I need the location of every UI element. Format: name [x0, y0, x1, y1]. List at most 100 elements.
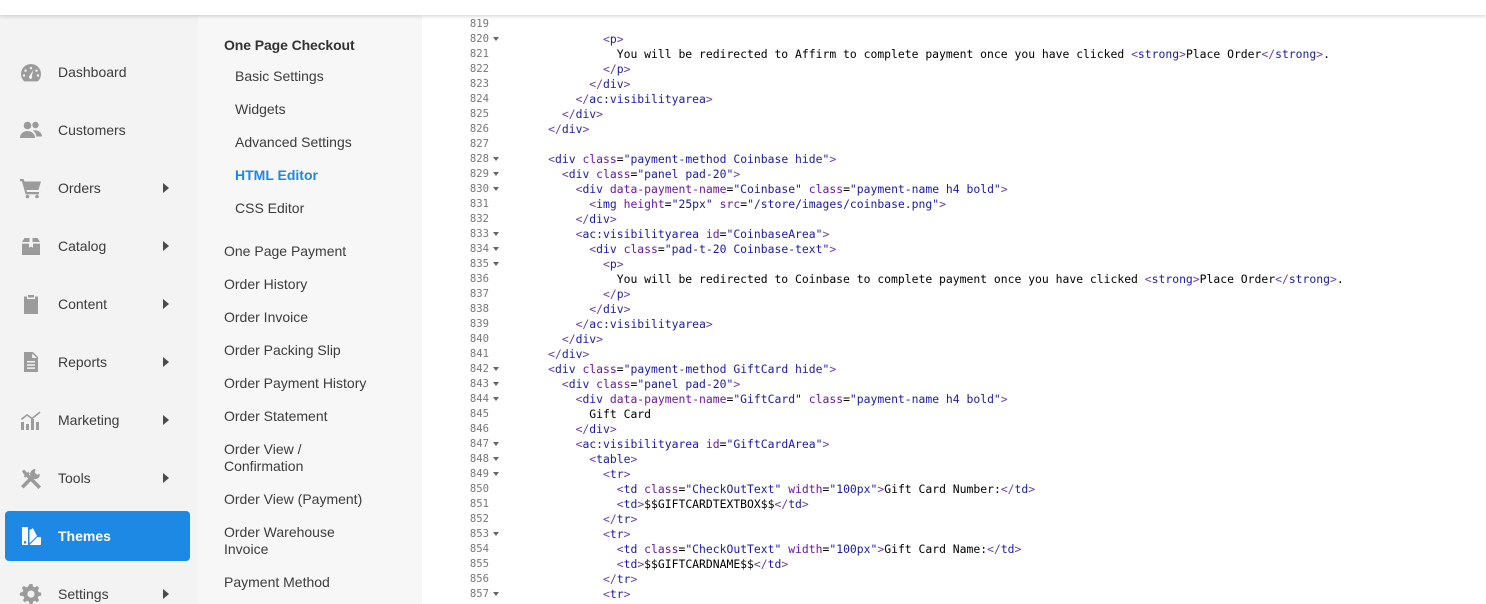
subnav-item-widgets[interactable]: Widgets [235, 101, 286, 118]
code-line[interactable]: 827 [422, 137, 1486, 152]
code-text: Gift Card [507, 407, 652, 421]
code-line[interactable]: 844 <div data-payment-name="GiftCard" cl… [422, 392, 1486, 407]
subnav-item-payment-method[interactable]: Payment Method [224, 574, 330, 591]
subnav-heading-one-page-checkout[interactable]: One Page Checkout [224, 37, 355, 54]
subnav-item-order-view-confirmation[interactable]: Order View / Confirmation [224, 441, 344, 475]
code-line[interactable]: 821 You will be redirected to Affirm to … [422, 47, 1486, 62]
fold-toggle-icon[interactable] [493, 382, 499, 386]
fold-toggle-icon[interactable] [493, 367, 499, 371]
nav-label-orders: Orders [58, 180, 101, 196]
subnav-item-order-statement[interactable]: Order Statement [224, 408, 328, 425]
fold-toggle-icon[interactable] [493, 442, 499, 446]
box-icon [19, 235, 43, 257]
line-number: 838 [469, 303, 489, 315]
code-line[interactable]: 843 <div class="panel pad-20"> [422, 377, 1486, 392]
subnav-item-one-page-payment[interactable]: One Page Payment [224, 243, 346, 260]
nav-item-dashboard[interactable]: Dashboard [5, 47, 190, 97]
nav-item-content[interactable]: Content [5, 279, 190, 329]
code-line[interactable]: 838 </div> [422, 302, 1486, 317]
fold-toggle-icon[interactable] [493, 532, 499, 536]
code-line[interactable]: 849 <tr> [422, 467, 1486, 482]
fold-toggle-icon[interactable] [493, 187, 499, 191]
code-line[interactable]: 850 <td class="CheckOutText" width="100p… [422, 482, 1486, 497]
code-line[interactable]: 823 </div> [422, 77, 1486, 92]
code-line[interactable]: 830 <div data-payment-name="Coinbase" cl… [422, 182, 1486, 197]
subnav-item-order-payment-history[interactable]: Order Payment History [224, 375, 366, 392]
code-text: </div> [575, 212, 617, 226]
fold-toggle-icon[interactable] [493, 172, 499, 176]
code-text: <tr> [603, 587, 631, 601]
code-line[interactable]: 819 [422, 17, 1486, 32]
code-text: </div> [589, 302, 631, 316]
subnav-item-advanced-settings[interactable]: Advanced Settings [235, 134, 352, 151]
subnav-item-order-packing-slip[interactable]: Order Packing Slip [224, 342, 341, 359]
nav-item-catalog[interactable]: Catalog [5, 221, 190, 271]
code-line[interactable]: 833 <ac:visibilityarea id="CoinbaseArea"… [422, 227, 1486, 242]
code-line[interactable]: 841 </div> [422, 347, 1486, 362]
code-line[interactable]: 847 <ac:visibilityarea id="GiftCardArea"… [422, 437, 1486, 452]
nav-item-orders[interactable]: Orders [5, 163, 190, 213]
code-line[interactable]: 840 </div> [422, 332, 1486, 347]
code-line[interactable]: 826 </div> [422, 122, 1486, 137]
code-line[interactable]: 824 </ac:visibilityarea> [422, 92, 1486, 107]
code-line[interactable]: 845 Gift Card [422, 407, 1486, 422]
fold-toggle-icon[interactable] [493, 472, 499, 476]
fold-toggle-icon[interactable] [493, 457, 499, 461]
code-line[interactable]: 832 </div> [422, 212, 1486, 227]
nav-item-settings[interactable]: Settings [5, 569, 190, 604]
line-number: 856 [469, 573, 489, 585]
nav-item-themes[interactable]: Themes [5, 511, 190, 561]
fold-toggle-icon[interactable] [493, 247, 499, 251]
code-line[interactable]: 856 </tr> [422, 572, 1486, 587]
subnav-item-html-editor[interactable]: HTML Editor [235, 167, 318, 184]
code-line[interactable]: 829 <div class="panel pad-20"> [422, 167, 1486, 182]
subnav-item-css-editor[interactable]: CSS Editor [235, 200, 304, 217]
code-line[interactable]: 839 </ac:visibilityarea> [422, 317, 1486, 332]
code-line[interactable]: 842 <div class="payment-method GiftCard … [422, 362, 1486, 377]
subnav-item-basic-settings[interactable]: Basic Settings [235, 68, 324, 85]
code-line[interactable]: 857 <tr> [422, 587, 1486, 602]
html-code-editor[interactable]: 819 820 <p> 821 You will be redirected to … [422, 15, 1486, 604]
chart-icon [19, 409, 43, 431]
subnav-item-order-view-payment[interactable]: Order View (Payment) [224, 491, 362, 508]
code-line[interactable]: 852 </tr> [422, 512, 1486, 527]
nav-item-tools[interactable]: Tools [5, 453, 190, 503]
line-number: 837 [469, 288, 489, 300]
code-line[interactable]: 846 </div> [422, 422, 1486, 437]
fold-toggle-icon[interactable] [493, 157, 499, 161]
code-text: </div> [575, 422, 617, 436]
code-text: <div class="payment-method GiftCard hide… [548, 362, 837, 376]
sub-nav: One Page Checkout Basic Settings Widgets… [198, 15, 422, 604]
line-number: 847 [469, 438, 489, 450]
code-line[interactable]: 837 </p> [422, 287, 1486, 302]
line-number: 831 [469, 198, 489, 210]
code-line[interactable]: 828 <div class="payment-method Coinbase … [422, 152, 1486, 167]
code-line[interactable]: 822 </p> [422, 62, 1486, 77]
code-line[interactable]: 825 </div> [422, 107, 1486, 122]
code-line[interactable]: 835 <p> [422, 257, 1486, 272]
code-line[interactable]: 854 <td class="CheckOutText" width="100p… [422, 542, 1486, 557]
code-line[interactable]: 836 You will be redirected to Coinbase t… [422, 272, 1486, 287]
subnav-item-order-invoice[interactable]: Order Invoice [224, 309, 308, 326]
fold-toggle-icon[interactable] [493, 397, 499, 401]
code-line[interactable]: 834 <div class="pad-t-20 Coinbase-text"> [422, 242, 1486, 257]
nav-label-reports: Reports [58, 354, 108, 370]
nav-item-customers[interactable]: Customers [5, 105, 190, 155]
subnav-item-order-warehouse-invoice[interactable]: Order Warehouse Invoice [224, 524, 354, 558]
code-line[interactable]: 853 <tr> [422, 527, 1486, 542]
fold-toggle-icon[interactable] [493, 262, 499, 266]
code-line[interactable]: 831 <img height="25px" src="/store/image… [422, 197, 1486, 212]
nav-item-marketing[interactable]: Marketing [5, 395, 190, 445]
code-line[interactable]: 848 <table> [422, 452, 1486, 467]
line-number: 852 [469, 513, 489, 525]
code-line[interactable]: 855 <td>$$GIFTCARDNAME$$</td> [422, 557, 1486, 572]
code-line[interactable]: 851 <td>$$GIFTCARDTEXTBOX$$</td> [422, 497, 1486, 512]
code-line[interactable]: 820 <p> [422, 32, 1486, 47]
fold-toggle-icon[interactable] [493, 232, 499, 236]
fold-toggle-icon[interactable] [493, 37, 499, 41]
subnav-item-order-history[interactable]: Order History [224, 276, 307, 293]
code-text: </ac:visibilityarea> [575, 317, 713, 331]
fold-toggle-icon[interactable] [493, 592, 499, 596]
nav-item-reports[interactable]: Reports [5, 337, 190, 387]
main-nav: Dashboard Customers Orders Catalog Conte… [0, 15, 198, 604]
